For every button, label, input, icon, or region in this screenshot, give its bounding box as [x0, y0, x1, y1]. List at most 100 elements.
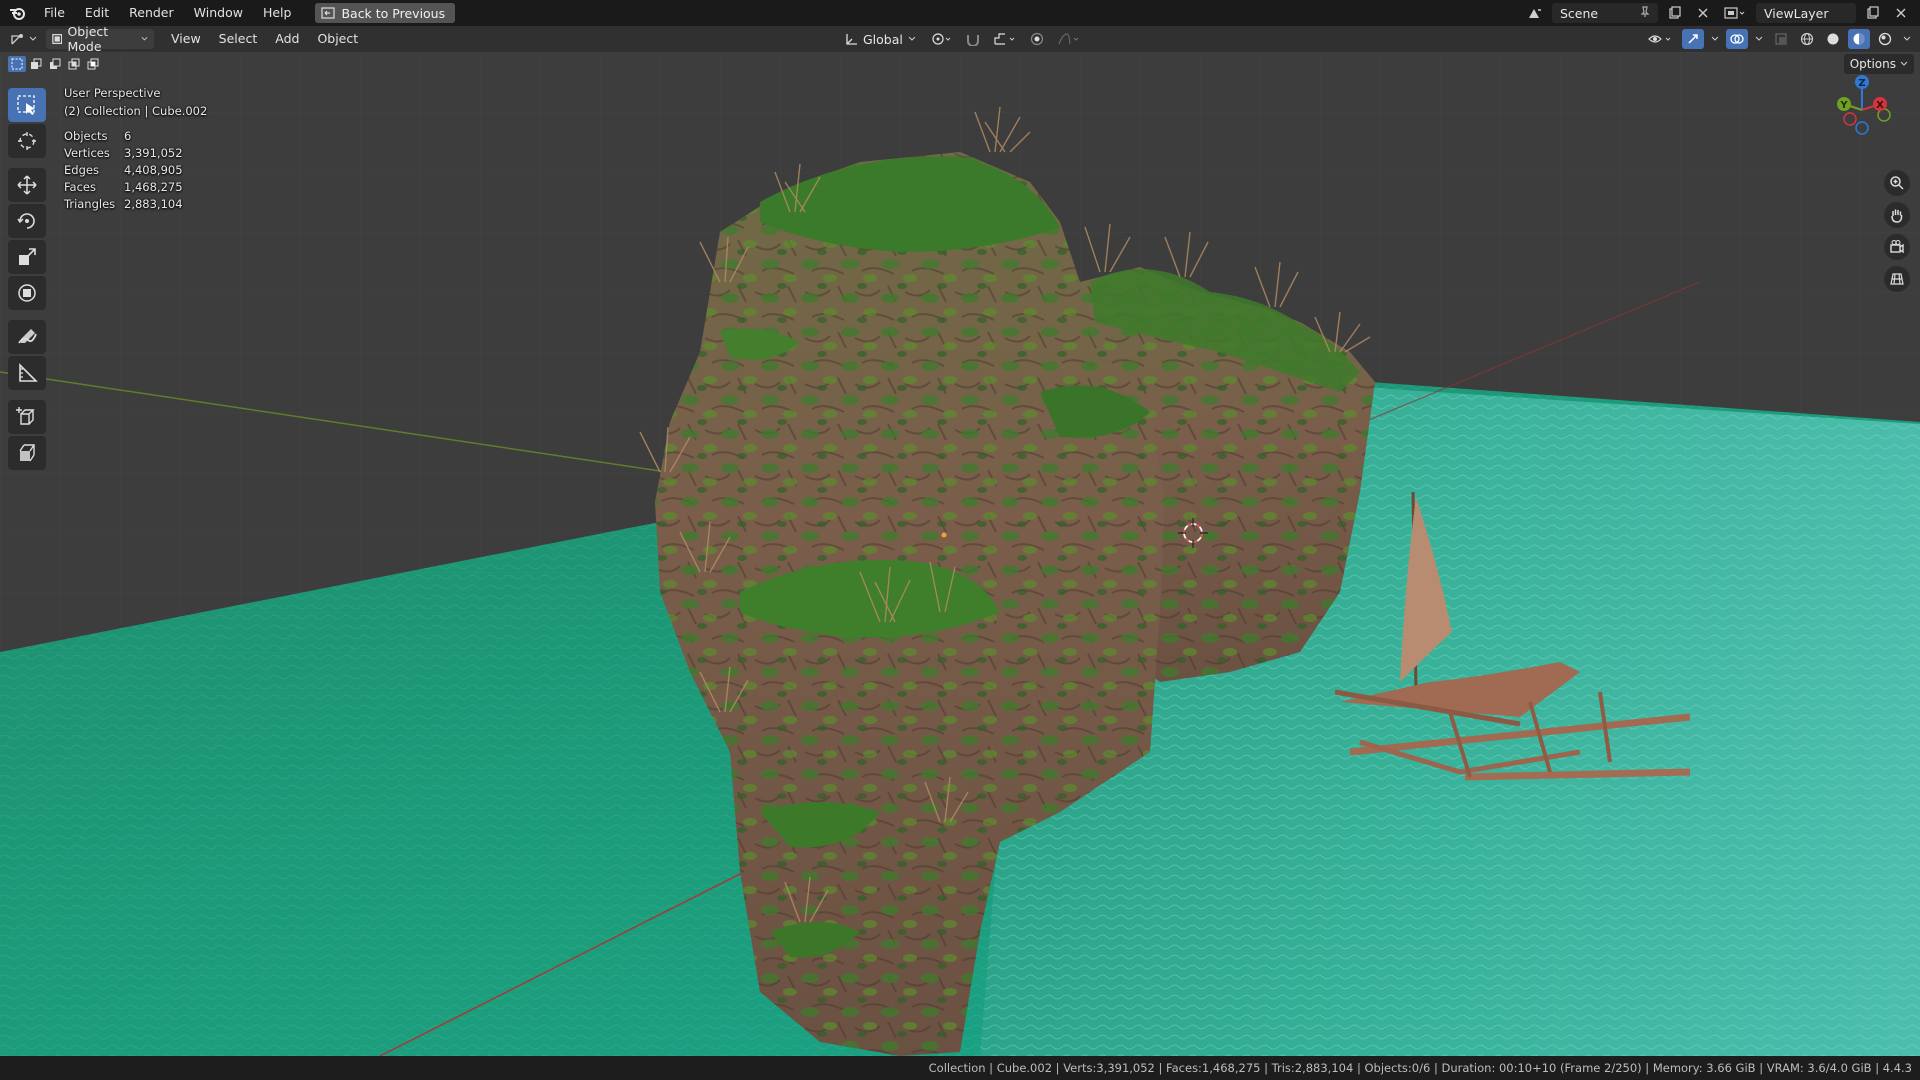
stat-label: Edges — [64, 163, 99, 177]
object-origin — [941, 532, 947, 538]
snap-target-icon[interactable] — [990, 29, 1020, 49]
navigation-gizmo[interactable]: Z X Y — [1822, 70, 1902, 150]
header-menu-object[interactable]: Object — [308, 26, 367, 52]
move-tool[interactable] — [8, 168, 46, 202]
select-intersect-icon[interactable] — [84, 56, 102, 72]
header-menu-view[interactable]: View — [162, 26, 210, 52]
transform-orientation-dropdown[interactable]: Global — [838, 29, 922, 49]
menu-edit[interactable]: Edit — [75, 0, 119, 26]
mode-label: Object Mode — [67, 24, 109, 54]
wireframe-shading-icon[interactable] — [1796, 29, 1818, 49]
add-cube-icon — [16, 407, 35, 425]
pin-icon[interactable] — [1640, 5, 1650, 21]
new-scene-icon[interactable] — [1664, 3, 1686, 23]
orientation-axes-icon — [846, 34, 857, 45]
header-menu-select[interactable]: Select — [210, 26, 267, 52]
view-layer-field[interactable]: ViewLayer — [1756, 3, 1856, 23]
blender-logo-icon[interactable] — [0, 0, 34, 26]
zoom-icon[interactable] — [1884, 170, 1910, 196]
proportional-falloff-icon[interactable] — [1054, 29, 1084, 49]
stat-label: Objects — [64, 129, 108, 143]
select-new-icon[interactable] — [8, 56, 26, 72]
menu-window[interactable]: Window — [184, 0, 253, 26]
back-to-previous-button[interactable]: Back to Previous — [315, 3, 456, 23]
shading-options-chevron-icon[interactable] — [1900, 29, 1914, 49]
move-icon — [17, 175, 37, 195]
chevron-down-icon — [908, 36, 916, 41]
status-bar-info: Collection | Cube.002 | Verts:3,391,052 … — [928, 1061, 1912, 1075]
view-name: User Perspective — [64, 86, 161, 100]
overlays-options-chevron-icon[interactable] — [1752, 29, 1766, 49]
stat-value: 6 — [124, 129, 132, 143]
3d-viewport-icon — [10, 34, 23, 45]
navigation-buttons — [1884, 170, 1910, 292]
transform-tool[interactable] — [8, 276, 46, 310]
select-extend-icon[interactable] — [27, 56, 45, 72]
header-menu-add[interactable]: Add — [266, 26, 308, 52]
overlays-toggle-icon[interactable] — [1726, 29, 1748, 49]
select-invert-icon[interactable] — [65, 56, 83, 72]
rendered-shading-icon[interactable] — [1874, 29, 1896, 49]
viewport-header: Object Mode View Select Add Object Globa… — [0, 24, 1920, 54]
status-bar: Collection | Cube.002 | Verts:3,391,052 … — [0, 1056, 1920, 1080]
top-menu-bar: File Edit Render Window Help Back to Pre… — [0, 0, 1920, 26]
stat-label: Triangles — [64, 197, 116, 211]
topbar-right: Scene ViewLayer — [1524, 0, 1920, 26]
scene-selector-icon[interactable] — [1524, 3, 1546, 23]
select-box-tool[interactable] — [8, 88, 46, 122]
extrude-icon — [19, 444, 35, 462]
measure-icon — [19, 363, 38, 382]
cursor-tool[interactable] — [8, 124, 46, 158]
view-layer-name: ViewLayer — [1764, 5, 1829, 21]
perspective-ortho-toggle-icon[interactable] — [1884, 266, 1910, 292]
measure-tool[interactable] — [8, 356, 46, 390]
scene-name: Scene — [1560, 5, 1599, 21]
add-cube-tool[interactable] — [8, 400, 46, 434]
snap-toggle-icon[interactable] — [962, 29, 984, 49]
visibility-selectability-icon[interactable] — [1644, 29, 1678, 49]
cursor-icon — [18, 132, 36, 150]
delete-view-layer-icon[interactable] — [1890, 3, 1912, 23]
back-button-label: Back to Previous — [341, 5, 446, 21]
object-mode-icon — [52, 34, 63, 44]
stat-row: Objects 6 — [64, 128, 207, 145]
scene-render[interactable] — [0, 52, 1920, 1056]
scene-statistics: Objects 6 Vertices 3,391,052 Edges 4,408,90… — [64, 128, 207, 213]
scene-field[interactable]: Scene — [1552, 3, 1658, 23]
menu-file[interactable]: File — [34, 0, 75, 26]
gizmo-z-label: Z — [1858, 78, 1865, 89]
delete-scene-icon[interactable] — [1692, 3, 1714, 23]
proportional-editing-icon[interactable] — [1026, 29, 1048, 49]
stat-row: Edges 4,408,905 — [64, 162, 207, 179]
view-layer-selector-icon[interactable] — [1720, 3, 1750, 23]
menu-render[interactable]: Render — [119, 0, 184, 26]
new-view-layer-icon[interactable] — [1862, 3, 1884, 23]
stat-value: 3,391,052 — [124, 146, 183, 160]
rotate-tool[interactable] — [8, 204, 46, 238]
mode-dropdown[interactable]: Object Mode — [46, 24, 154, 54]
select-subtract-icon[interactable] — [46, 56, 64, 72]
scale-tool[interactable] — [8, 240, 46, 274]
stat-row: Faces 1,468,275 — [64, 179, 207, 196]
back-icon — [321, 7, 336, 19]
editor-type-selector[interactable] — [0, 32, 46, 46]
gizmo-options-chevron-icon[interactable] — [1708, 29, 1722, 49]
gizmo-toggle-icon[interactable] — [1682, 29, 1704, 49]
menu-help[interactable]: Help — [253, 0, 302, 26]
select-box-icon — [17, 95, 35, 115]
stat-label: Vertices — [64, 146, 110, 160]
material-preview-shading-icon[interactable] — [1848, 29, 1870, 49]
extrude-tool[interactable] — [8, 436, 46, 470]
transform-controls: Global — [838, 29, 1084, 49]
annotate-tool[interactable] — [8, 320, 46, 354]
stat-label: Faces — [64, 180, 96, 194]
chevron-down-icon — [1900, 61, 1908, 66]
scale-icon — [19, 248, 36, 265]
3d-viewport[interactable]: User Perspective (2) Collection | Cube.0… — [0, 52, 1920, 1056]
pan-hand-icon[interactable] — [1884, 202, 1910, 228]
xray-toggle-icon[interactable] — [1770, 29, 1792, 49]
solid-shading-icon[interactable] — [1822, 29, 1844, 49]
pivot-point-icon[interactable] — [928, 29, 956, 49]
camera-view-icon[interactable] — [1884, 234, 1910, 260]
chevron-down-icon — [29, 36, 36, 41]
